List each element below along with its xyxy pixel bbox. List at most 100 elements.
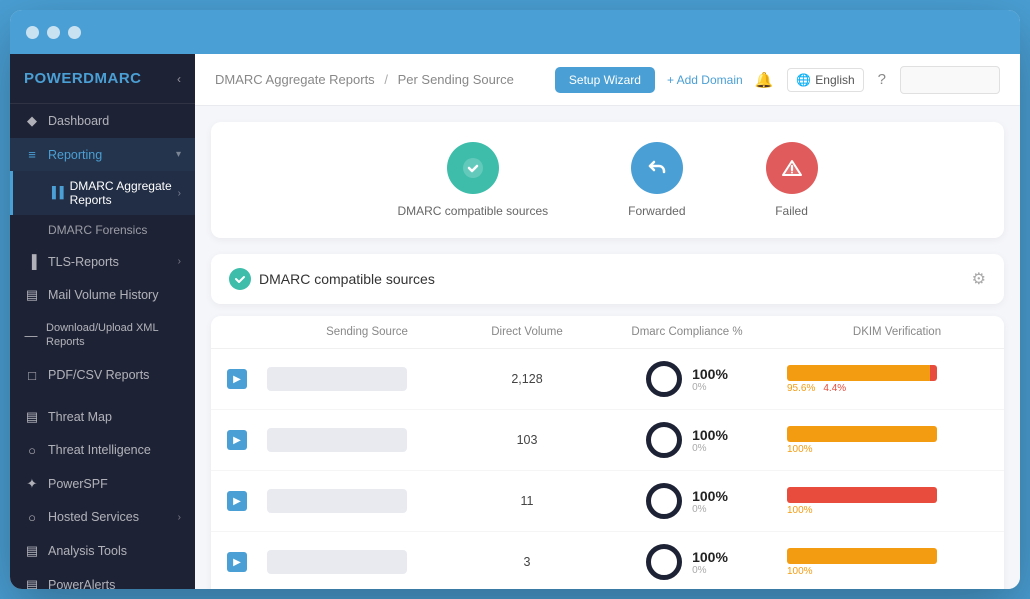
table-header: Sending Source Direct Volume Dmarc Compl…: [211, 316, 1004, 349]
volume-value: 11: [467, 494, 587, 508]
source-bar: [267, 550, 407, 574]
app-window: POWERDMARC ‹ ◆ Dashboard ≡ Reporting ▾ ▐…: [10, 10, 1020, 589]
dkim-fail-bar: [787, 487, 937, 503]
notification-icon[interactable]: 🔔: [755, 71, 774, 89]
volume-value: 2,128: [467, 372, 587, 386]
sidebar-item-label: PowerSPF: [48, 477, 108, 491]
dkim-label: 100%: [787, 566, 813, 577]
breadcrumb-part1: DMARC Aggregate Reports: [215, 72, 375, 87]
compliance-text: 100% 0%: [692, 366, 728, 393]
help-icon[interactable]: ?: [878, 71, 886, 88]
sidebar-item-dmarc-aggregate[interactable]: ▐▐ DMARC Aggregate Reports ›: [10, 171, 195, 215]
tls-icon: ▐: [24, 254, 40, 269]
sidebar-item-pdf-csv[interactable]: □ PDF/CSV Reports: [10, 359, 195, 392]
sidebar-item-threat-intelligence[interactable]: ○ Threat Intelligence: [10, 434, 195, 467]
row-expand-button[interactable]: ▶: [227, 369, 247, 389]
table-row: ▶ 103 100% 0%: [211, 410, 1004, 471]
sub-arrow: ›: [178, 188, 181, 199]
dkim-pass-label: 95.6%: [787, 383, 815, 394]
dkim-cell: 100%: [787, 487, 1004, 516]
col-expand: [227, 326, 267, 338]
donut-chart: [646, 544, 682, 580]
search-bar[interactable]: [900, 66, 1000, 94]
language-selector[interactable]: 🌐 English: [787, 68, 863, 92]
sidebar-item-dashboard[interactable]: ◆ Dashboard: [10, 104, 195, 138]
row-expand-button[interactable]: ▶: [227, 491, 247, 511]
sidebar-item-reporting[interactable]: ≡ Reporting ▾: [10, 138, 195, 171]
compliance-cell: 100% 0%: [587, 544, 787, 580]
compliance-cell: 100% 0%: [587, 483, 787, 519]
breadcrumb-part2: Per Sending Source: [398, 72, 514, 87]
threat-intel-icon: ○: [24, 443, 40, 458]
sidebar-collapse-button[interactable]: ‹: [177, 72, 181, 86]
titlebar-dot-1: [26, 26, 39, 39]
dkim-pass-bar: [787, 426, 937, 442]
col-sending-source: Sending Source: [267, 326, 467, 338]
sidebar-item-hosted-services[interactable]: ○ Hosted Services ›: [10, 501, 195, 534]
sidebar-item-download-upload[interactable]: — Download/Upload XML Reports: [10, 312, 195, 359]
dkim-bar: [787, 548, 937, 564]
sidebar-item-mail-volume[interactable]: ▤ Mail Volume History: [10, 278, 195, 312]
sidebar-item-tls-reports[interactable]: ▐ TLS-Reports ›: [10, 245, 195, 278]
sidebar-item-label: Reporting: [48, 148, 102, 162]
section-header: DMARC compatible sources ⚙: [211, 254, 1004, 304]
sidebar-item-dmarc-forensics[interactable]: DMARC Forensics: [10, 215, 195, 245]
sidebar-item-label: Dashboard: [48, 114, 109, 128]
hosted-arrow: ›: [178, 512, 181, 523]
volume-value: 103: [467, 433, 587, 447]
row-expand-button[interactable]: ▶: [227, 552, 247, 572]
compliance-pct: 100%: [692, 488, 728, 504]
compliance-cell: 100% 0%: [587, 422, 787, 458]
dkim-bar: [787, 487, 937, 503]
stat-forwarded-icon: [631, 142, 683, 194]
logo-text: POWERDMARC: [24, 70, 142, 87]
section-title-text: DMARC compatible sources: [259, 271, 435, 287]
compliance-text: 100% 0%: [692, 549, 728, 576]
row-expand-button[interactable]: ▶: [227, 430, 247, 450]
dkim-fail-bar: [930, 365, 937, 381]
source-bar: [267, 428, 407, 452]
source-bar: [267, 489, 407, 513]
sidebar-item-analysis-tools[interactable]: ▤ Analysis Tools: [10, 534, 195, 568]
sidebar-sub-item-label: DMARC Forensics: [48, 223, 147, 237]
section-title-icon: [229, 268, 251, 290]
data-table: Sending Source Direct Volume Dmarc Compl…: [211, 316, 1004, 589]
dkim-label: 100%: [787, 505, 813, 516]
poweralerts-icon: ▤: [24, 577, 40, 589]
pdf-icon: □: [24, 368, 40, 383]
threat-map-icon: ▤: [24, 409, 40, 425]
sidebar-item-poweralerts[interactable]: ▤ PowerAlerts: [10, 568, 195, 589]
dkim-pass-label: 100%: [787, 444, 813, 455]
stat-compatible-label: DMARC compatible sources: [397, 204, 548, 218]
settings-gear-icon[interactable]: ⚙: [972, 269, 986, 289]
compliance-cell: 100% 0%: [587, 361, 787, 397]
add-domain-button[interactable]: + Add Domain: [667, 73, 743, 87]
sidebar-item-powerspf[interactable]: ✦ PowerSPF: [10, 467, 195, 501]
compliance-text: 100% 0%: [692, 488, 728, 515]
topbar: DMARC Aggregate Reports / Per Sending So…: [195, 54, 1020, 106]
stat-failed-label: Failed: [775, 204, 808, 218]
setup-wizard-button[interactable]: Setup Wizard: [555, 67, 655, 93]
breadcrumb-sep: /: [384, 72, 388, 87]
dkim-label: 100%: [787, 444, 813, 455]
table-row: ▶ 3 100% 0%: [211, 532, 1004, 589]
sidebar-item-threat-map[interactable]: ▤ Threat Map: [10, 400, 195, 434]
compliance-zero: 0%: [692, 443, 728, 454]
compliance-text: 100% 0%: [692, 427, 728, 454]
dkim-cell: 100%: [787, 548, 1004, 577]
compliance-zero: 0%: [692, 382, 728, 393]
dkim-cell: 95.6% 4.4%: [787, 365, 1004, 394]
sidebar-item-label: PowerAlerts: [48, 578, 115, 589]
stat-forwarded: Forwarded: [628, 142, 685, 218]
sidebar-item-label: Analysis Tools: [48, 544, 127, 558]
dkim-pass-label: 100%: [787, 566, 813, 577]
sidebar-item-label: TLS-Reports: [48, 255, 119, 269]
section-title: DMARC compatible sources: [229, 268, 435, 290]
analysis-icon: ▤: [24, 543, 40, 559]
sidebar-item-label: Threat Map: [48, 410, 112, 424]
globe-icon: 🌐: [796, 73, 811, 87]
volume-value: 3: [467, 555, 587, 569]
dkim-pass-bar: [787, 365, 930, 381]
table-row: ▶ 2,128 100% 0%: [211, 349, 1004, 410]
powerspf-icon: ✦: [24, 476, 40, 492]
